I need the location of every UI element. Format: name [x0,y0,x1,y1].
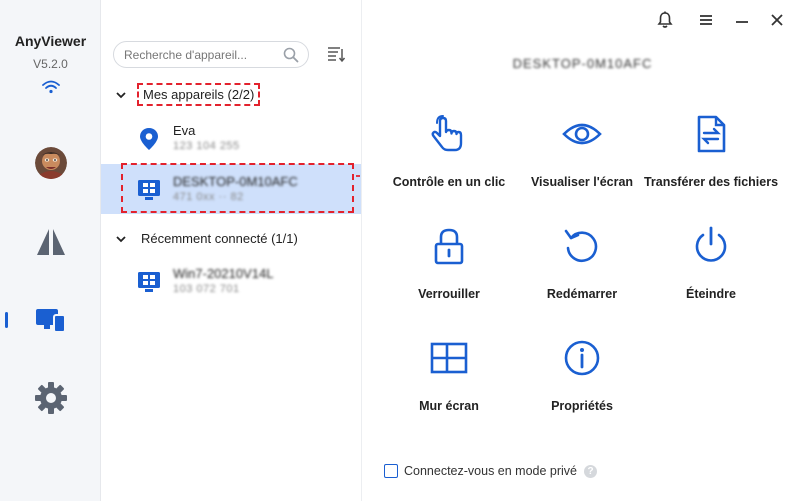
highlight-box [121,163,354,213]
location-pin-icon [140,128,158,150]
device-row-eva[interactable]: Eva 123 104 255 [101,113,361,163]
shutdown-button[interactable]: Éteindre [641,226,781,301]
action-label: Redémarrer [546,287,618,301]
group-label: Récemment connecté (1/1) [141,231,298,246]
minimize-icon[interactable] [732,10,752,30]
notification-bell-icon[interactable] [655,10,675,30]
action-label: Transférer des fichiers [643,175,779,189]
wifi-icon [42,80,60,94]
devices-icon [36,309,66,333]
search-input[interactable] [124,47,274,62]
restart-button[interactable]: Redémarrer [512,226,652,301]
chevron-down-icon [116,91,126,98]
eye-icon [562,123,602,145]
remote-connect-nav[interactable] [33,224,69,260]
group-label: Mes appareils (2/2) [137,83,261,106]
gear-icon [35,382,67,414]
private-mode-label: Connectez-vous en mode privé [404,464,578,478]
group-recent[interactable]: Récemment connecté (1/1) [115,229,302,248]
left-rail: AnyViewer V5.2.0 [0,0,101,501]
action-label: Mur écran [419,399,479,413]
action-label: Visualiser l'écran [530,175,634,189]
settings-nav[interactable] [33,380,69,416]
lock-icon [434,228,464,265]
main-panel: DESKTOP-0M10AFC Contrôle en un clic Visu… [362,0,803,501]
chevron-down-icon [116,235,126,242]
properties-button[interactable]: Propriétés [512,338,652,413]
device-name: Win7-20210V14L [173,266,274,281]
view-screen-button[interactable]: Visualiser l'écran [512,114,652,189]
devices-nav[interactable] [33,302,69,338]
help-icon[interactable]: ? [584,464,598,478]
triangle-logo-icon [37,229,65,255]
action-label: Propriétés [551,399,613,413]
power-icon [695,226,727,262]
restart-icon [564,229,598,263]
menu-icon[interactable] [696,10,716,30]
device-id: 103 072 701 [173,283,240,295]
device-panel: Mes appareils (2/2) Eva 123 104 255 DESK… [101,0,362,501]
search-box [113,41,309,68]
app-version: V5.2.0 [33,57,68,71]
info-icon [564,340,600,376]
avatar[interactable] [35,147,67,179]
lock-button[interactable]: Verrouiller [379,226,519,301]
device-row-win7[interactable]: Win7-20210V14L 103 072 701 [101,256,361,306]
avatar-image [35,147,67,179]
private-mode-row: Connectez-vous en mode privé ? [384,464,598,478]
device-title: DESKTOP-0M10AFC [512,56,653,71]
screen-wall-button[interactable]: Mur écran [379,338,519,413]
file-transfer-button[interactable]: Transférer des fichiers [641,114,781,189]
action-label: Éteindre [685,287,736,301]
close-icon[interactable] [767,10,787,30]
screen-wall-icon [430,342,468,374]
sort-list-icon[interactable] [327,45,345,63]
private-mode-checkbox[interactable] [384,464,398,478]
device-id: 123 104 255 [173,140,240,152]
app-name: AnyViewer [14,33,87,49]
group-my-devices[interactable]: Mes appareils (2/2) [115,83,261,106]
action-label: Contrôle en un clic [392,175,506,189]
one-click-control-button[interactable]: Contrôle en un clic [379,114,519,189]
device-name: Eva [173,123,196,138]
search-icon[interactable] [283,47,299,63]
rail-active-indicator [5,312,8,328]
file-transfer-icon [697,115,726,153]
action-label: Verrouiller [418,287,480,301]
hand-pointer-icon [431,115,463,152]
windows-monitor-icon [138,272,160,292]
